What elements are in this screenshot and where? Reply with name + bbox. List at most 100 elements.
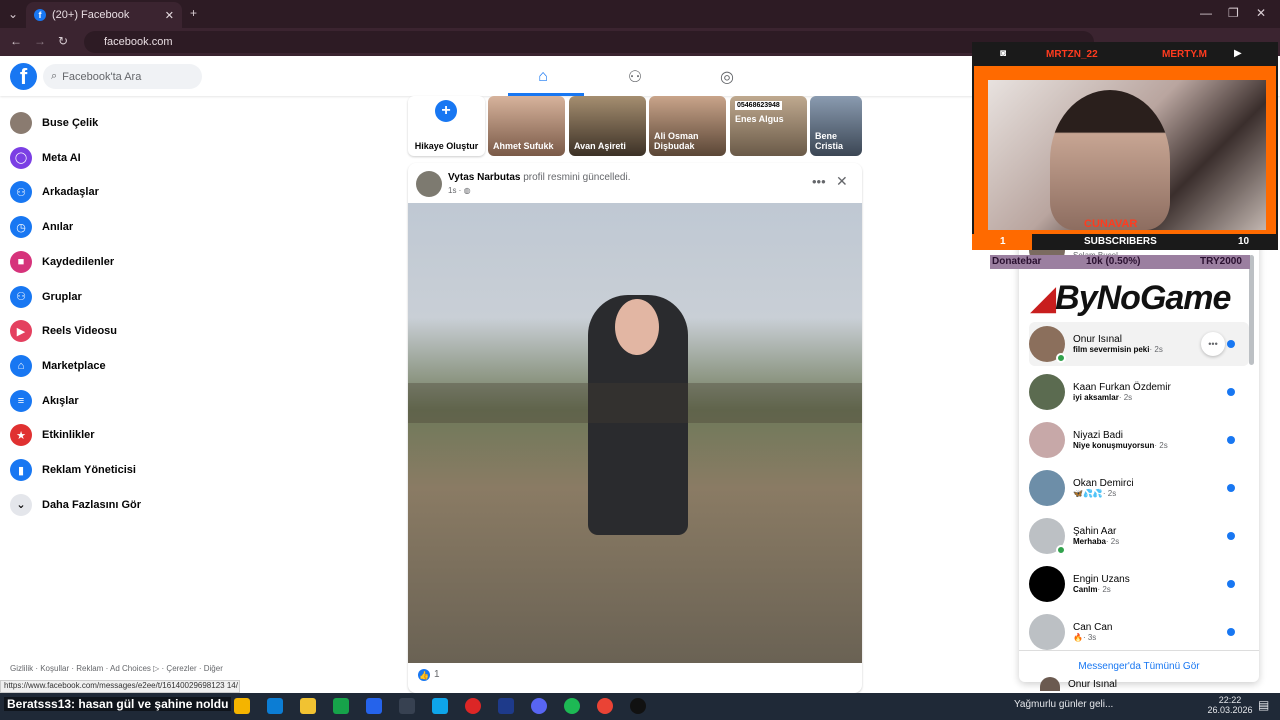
- online-indicator: [1056, 353, 1066, 363]
- sidebar-item-label: Reels Videosu: [42, 325, 117, 338]
- sidebar-item[interactable]: ◷ Anılar: [10, 212, 73, 242]
- story-tag: 05468623948: [735, 101, 782, 110]
- close-tab-icon[interactable]: ✕: [165, 9, 174, 22]
- tab-list-icon[interactable]: ⌄: [8, 7, 18, 21]
- unread-dot: [1227, 580, 1235, 588]
- clock-date: 26.03.2026: [1207, 705, 1253, 715]
- store-taskbar-icon[interactable]: [432, 698, 448, 714]
- story-card[interactable]: 05468623948 Enes Algus: [730, 96, 807, 156]
- bench-area: [408, 383, 862, 423]
- weather-widget[interactable]: Yağmurlu günler geli...: [1014, 699, 1113, 710]
- chat-item[interactable]: Kaan Furkan Özdemir iyi aksamlar· 2s: [1029, 370, 1249, 414]
- unread-dot: [1227, 436, 1235, 444]
- home-icon[interactable]: ⌂: [532, 66, 554, 88]
- sidebar-item-label: Gruplar: [42, 290, 82, 303]
- chat-item[interactable]: Okan Demirci 🦋💦💦· 2s: [1029, 466, 1249, 510]
- clock[interactable]: 22:22 26.03.2026: [1206, 695, 1254, 715]
- groups-nav-icon[interactable]: ◎: [716, 66, 738, 88]
- avatar: [1029, 326, 1066, 363]
- messenger-scrollbar[interactable]: [1249, 255, 1254, 365]
- spotify-taskbar-icon[interactable]: [564, 698, 580, 714]
- sidebar-item[interactable]: ▮ Reklam Yöneticisi: [10, 455, 136, 485]
- back-icon[interactable]: ←: [10, 34, 22, 48]
- ads-manager-icon: ▮: [10, 459, 32, 481]
- chat-preview: Canlm· 2s: [1073, 585, 1111, 594]
- chrome-taskbar-icon[interactable]: [597, 698, 613, 714]
- contact-row[interactable]: Onur Isınal: [1040, 677, 1117, 691]
- security-taskbar-icon[interactable]: [399, 698, 415, 714]
- chat-preview: Niye konuşmuyorsun· 2s: [1073, 441, 1168, 450]
- post-author[interactable]: Vytas Narbutas: [448, 172, 520, 183]
- sidebar-item[interactable]: ▶ Reels Videosu: [10, 316, 117, 346]
- chat-item[interactable]: Şahin Aar Merhaba· 2s: [1029, 514, 1249, 558]
- story-card[interactable]: Avan Aşireti: [569, 96, 646, 156]
- webcam-video: [988, 80, 1266, 230]
- add-story-icon: +: [435, 100, 457, 122]
- sidebar-item[interactable]: ⌄ Daha Fazlasını Gör: [10, 490, 141, 520]
- explorer-taskbar-icon[interactable]: [300, 698, 316, 714]
- new-tab-icon[interactable]: +: [190, 6, 197, 20]
- tab-facebook[interactable]: f (20+) Facebook ✕: [26, 2, 182, 28]
- post-time[interactable]: 1s · ◍: [448, 186, 471, 195]
- sidebar-item-label: Meta AI: [42, 151, 81, 164]
- footer-links[interactable]: Gizlilik · Koşullar · Reklam · Ad Choice…: [10, 663, 230, 674]
- chat-item[interactable]: Niyazi Badi Niye konuşmuyorsun· 2s: [1029, 418, 1249, 462]
- chat-item[interactable]: Engin Uzans Canlm· 2s: [1029, 562, 1249, 606]
- sidebar-item[interactable]: ⌂ Marketplace: [10, 351, 106, 381]
- story-card[interactable]: Ali Osman Dişbudak: [649, 96, 726, 156]
- donate-goal: TRY2000: [1200, 256, 1242, 267]
- reload-icon[interactable]: ↻: [58, 34, 68, 48]
- sidebar-item[interactable]: ⚇ Arkadaşlar: [10, 177, 99, 207]
- left-handle: MRTZN_22: [1046, 49, 1098, 60]
- donate-bar: Donatebar 10k (0.50%) TRY2000: [990, 255, 1250, 269]
- donate-label: Donatebar: [992, 256, 1042, 267]
- more-options-icon[interactable]: •••: [812, 174, 826, 189]
- search-input[interactable]: ⌕ Facebook'ta Ara: [43, 64, 202, 89]
- edge-taskbar-icon[interactable]: [267, 698, 283, 714]
- notifications-icon[interactable]: ▤: [1258, 698, 1269, 712]
- forward-icon[interactable]: →: [34, 34, 46, 48]
- create-story-card[interactable]: + Hikaye Oluştur: [408, 96, 485, 156]
- meta-ai-icon: ◯: [10, 146, 32, 169]
- facebook-logo-icon[interactable]: f: [10, 63, 37, 90]
- sidebar-item[interactable]: ★ Etkinlikler: [10, 420, 95, 450]
- feeds-icon: ≡: [10, 389, 32, 412]
- chat-item[interactable]: Onur Isınal film severmisin peki· 2s •••: [1029, 322, 1249, 366]
- close-icon[interactable]: ✕: [836, 173, 848, 190]
- chat-name: Kaan Furkan Özdemir: [1073, 382, 1171, 393]
- close-window-icon[interactable]: ✕: [1256, 6, 1266, 20]
- steam-taskbar-icon[interactable]: [498, 698, 514, 714]
- story-label: Ahmet Sufukk: [493, 141, 554, 151]
- sidebar-item[interactable]: ■ Kaydedilenler: [10, 247, 114, 277]
- url-field[interactable]: facebook.com: [84, 31, 1094, 53]
- post-photo[interactable]: [408, 203, 862, 663]
- like-count[interactable]: 1: [434, 669, 440, 680]
- story-card[interactable]: Bene Cristia: [810, 96, 862, 156]
- author-avatar[interactable]: [416, 171, 442, 197]
- chat-name: Şahin Aar: [1073, 526, 1117, 537]
- chat-options-icon[interactable]: •••: [1201, 332, 1225, 356]
- search-placeholder: Facebook'ta Ara: [62, 70, 142, 83]
- excel-taskbar-icon[interactable]: [333, 698, 349, 714]
- obs-taskbar-icon[interactable]: [630, 698, 646, 714]
- avatar: [1029, 518, 1066, 555]
- tab-title: (20+) Facebook: [52, 9, 130, 21]
- story-card[interactable]: Ahmet Sufukk: [488, 96, 565, 156]
- minimize-icon[interactable]: —: [1200, 6, 1212, 20]
- restore-icon[interactable]: ❐: [1228, 6, 1239, 20]
- chat-preview: Merhaba· 2s: [1073, 537, 1120, 546]
- outlook-taskbar-icon[interactable]: [366, 698, 382, 714]
- sidebar-item[interactable]: ◯ Meta AI: [10, 143, 81, 173]
- sidebar-item-label: Reklam Yöneticisi: [42, 464, 136, 476]
- sidebar-item[interactable]: ≡ Akışlar: [10, 386, 79, 416]
- sidebar-item-label: Anılar: [42, 221, 74, 234]
- chat-item[interactable]: Can Can 🔥· 3s: [1029, 610, 1249, 654]
- opera-taskbar-icon[interactable]: [465, 698, 481, 714]
- story-label: Enes Algus: [735, 114, 784, 124]
- discord-taskbar-icon[interactable]: [531, 698, 547, 714]
- friends-nav-icon[interactable]: ⚇: [624, 66, 646, 88]
- app-taskbar-icon[interactable]: [234, 698, 250, 714]
- events-icon: ★: [10, 424, 32, 447]
- sidebar-item[interactable]: Buse Çelik: [10, 108, 98, 138]
- sidebar-item[interactable]: ⚇ Gruplar: [10, 282, 82, 312]
